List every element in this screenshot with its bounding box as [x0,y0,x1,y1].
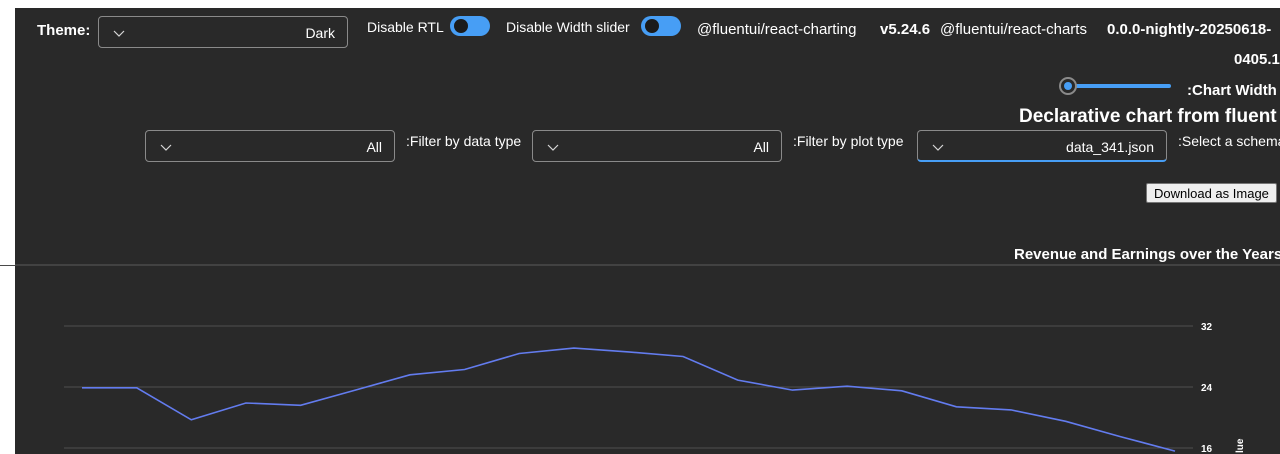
y-tick-label: 24 [1201,383,1213,394]
y-tick-label: 32 [1201,322,1213,333]
app-surface: Theme: Dark Disable RTL Disable Width sl… [15,8,1280,454]
left-divider-stub [0,265,15,266]
line-chart: 32 24 16 lue [15,264,1280,454]
y-tick-label: 16 [1201,444,1213,454]
chart-gridlines [64,325,1193,449]
y-axis-label: lue [1235,438,1246,453]
series-line [82,347,1176,452]
y-axis-ticks: 32 24 16 [1201,322,1213,454]
